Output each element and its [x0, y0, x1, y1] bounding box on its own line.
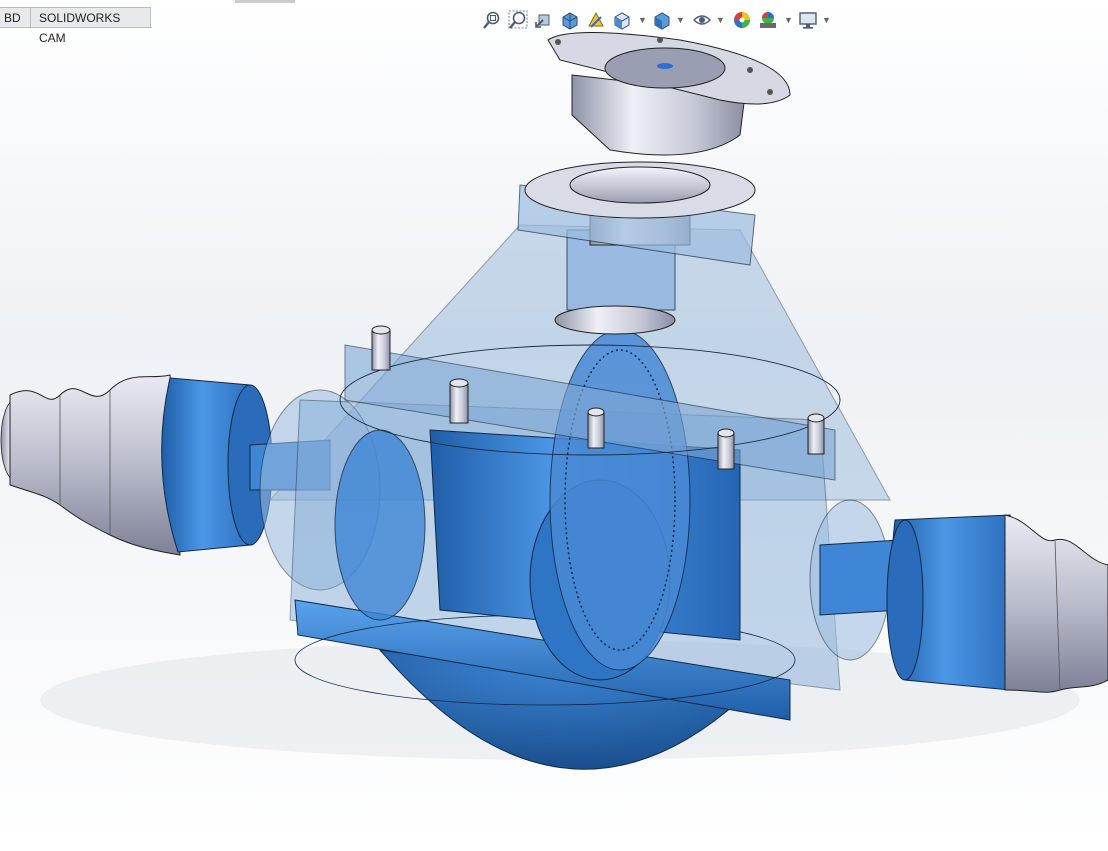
ring-gear [549, 329, 691, 671]
graphics-area-model[interactable] [0, 0, 1108, 851]
companion-flange [547, 32, 791, 156]
left-cv-boot [0, 374, 181, 556]
right-cv-boot [1004, 514, 1108, 693]
